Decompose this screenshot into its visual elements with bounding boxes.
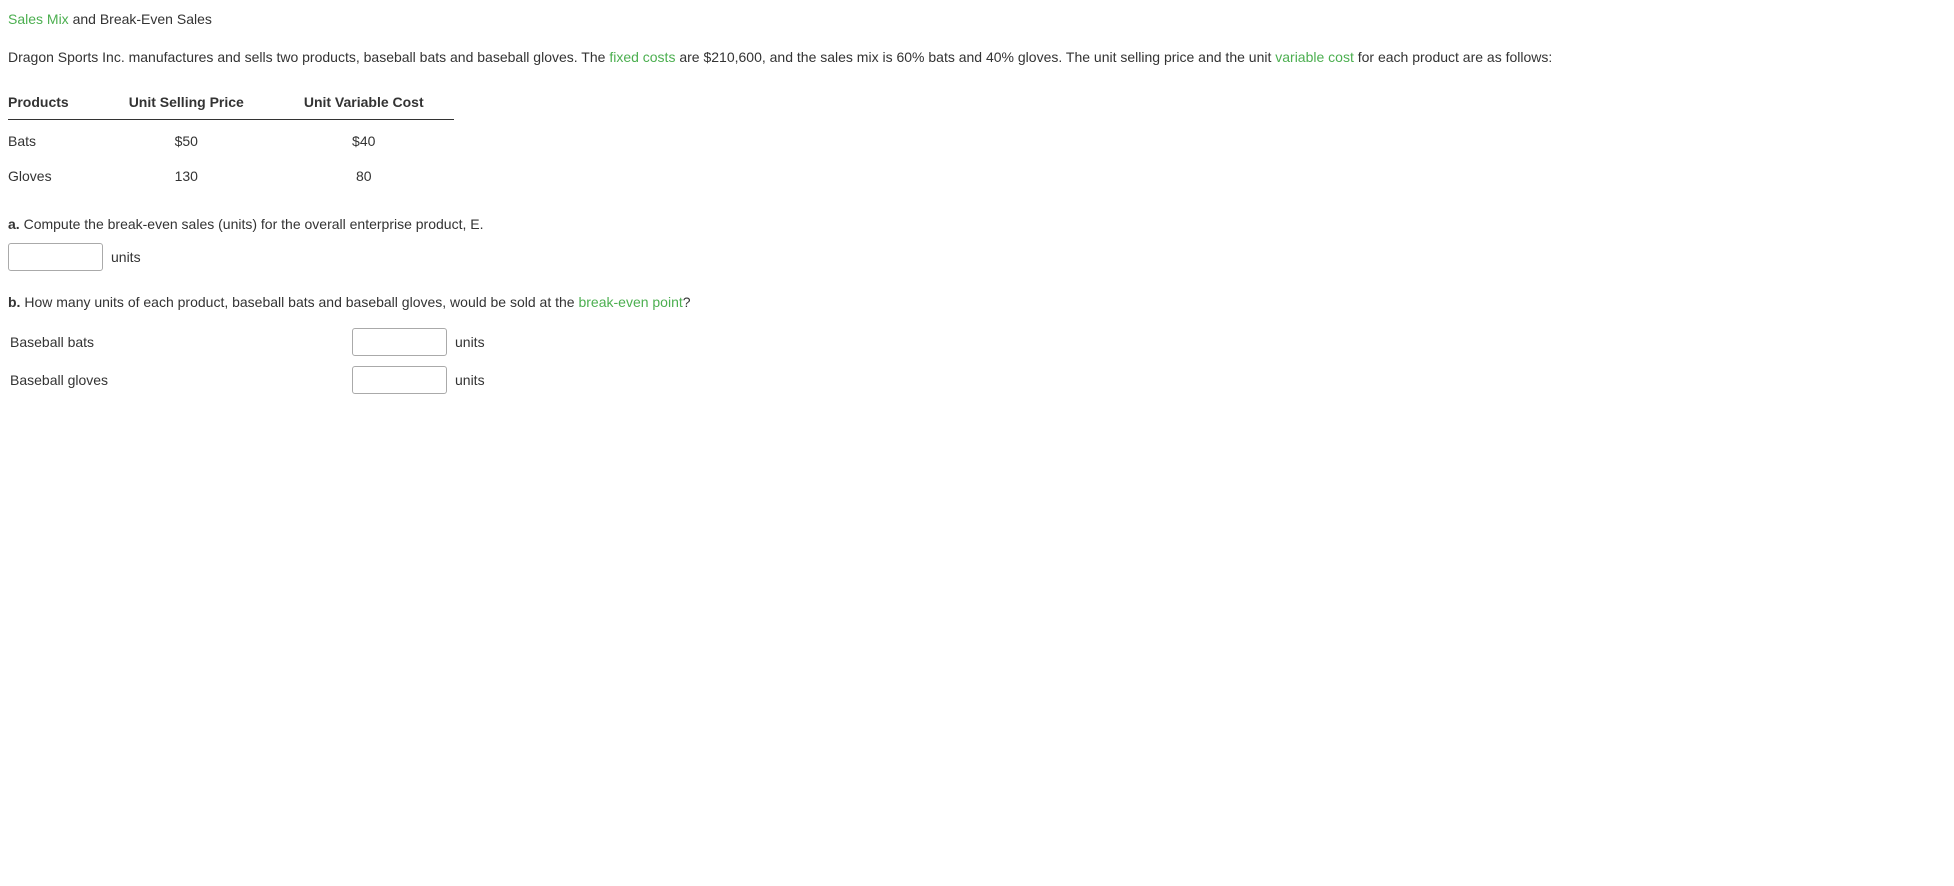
table-row: Gloves 130 80: [8, 159, 454, 193]
answer-b-bats-input[interactable]: [352, 328, 447, 356]
product-cost: $40: [274, 120, 454, 159]
answer-a-row: units: [8, 243, 1946, 271]
answer-a-input[interactable]: [8, 243, 103, 271]
fixed-costs-link[interactable]: fixed costs: [609, 49, 675, 65]
intro-part2: are $210,600, and the sales mix is 60% b…: [675, 49, 1275, 65]
header-price: Unit Selling Price: [99, 85, 274, 120]
question-a: a. Compute the break-even sales (units) …: [8, 213, 1946, 235]
answers-b-table: Baseball bats units Baseball gloves unit…: [8, 322, 487, 400]
product-cost: 80: [274, 159, 454, 193]
answer-b-row: Baseball bats units: [10, 324, 485, 360]
units-label: units: [455, 334, 485, 350]
question-b: b. How many units of each product, baseb…: [8, 291, 1946, 313]
units-label: units: [111, 246, 141, 268]
products-table: Products Unit Selling Price Unit Variabl…: [8, 85, 454, 193]
question-a-text: Compute the break-even sales (units) for…: [20, 216, 484, 232]
answer-b-gloves-input[interactable]: [352, 366, 447, 394]
product-name: Gloves: [8, 159, 99, 193]
intro-part3: for each product are as follows:: [1354, 49, 1552, 65]
title-link[interactable]: Sales Mix: [8, 11, 69, 27]
answer-b-label: Baseball bats: [10, 324, 350, 360]
product-price: $50: [99, 120, 274, 159]
question-b-text2: ?: [683, 294, 691, 310]
product-name: Bats: [8, 120, 99, 159]
variable-cost-link[interactable]: variable cost: [1275, 49, 1354, 65]
product-price: 130: [99, 159, 274, 193]
table-row: Bats $50 $40: [8, 120, 454, 159]
header-products: Products: [8, 85, 99, 120]
header-cost: Unit Variable Cost: [274, 85, 454, 120]
title-rest: and Break-Even Sales: [69, 11, 212, 27]
question-b-label: b.: [8, 294, 20, 310]
answer-b-label: Baseball gloves: [10, 362, 350, 398]
question-b-text1: How many units of each product, baseball…: [20, 294, 578, 310]
intro-part1: Dragon Sports Inc. manufactures and sell…: [8, 49, 609, 65]
break-even-link[interactable]: break-even point: [578, 294, 682, 310]
answer-b-row: Baseball gloves units: [10, 362, 485, 398]
units-label: units: [455, 372, 485, 388]
question-a-label: a.: [8, 216, 20, 232]
page-title: Sales Mix and Break-Even Sales: [8, 8, 1946, 30]
intro-paragraph: Dragon Sports Inc. manufactures and sell…: [8, 46, 1946, 68]
